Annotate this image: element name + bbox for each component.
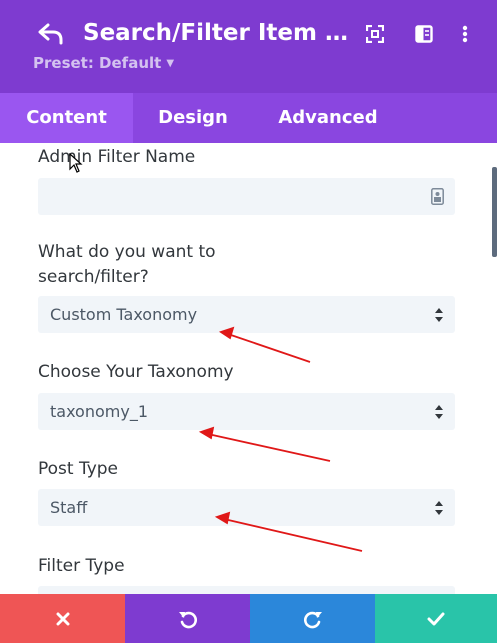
preset-dropdown[interactable]: Preset: Default ▼ (33, 54, 174, 72)
mouse-cursor-icon (69, 153, 83, 173)
search-filter-value: Custom Taxonomy (50, 305, 198, 324)
tab-content[interactable]: Content (0, 93, 133, 143)
admin-filter-name-label: Admin Filter Name (38, 147, 196, 167)
post-type-value: Staff (50, 498, 88, 517)
check-icon (427, 612, 445, 625)
admin-filter-name-input[interactable] (38, 178, 455, 215)
search-filter-label: What do you want to search/filter? (38, 242, 216, 287)
back-button[interactable] (36, 20, 66, 48)
undo-button[interactable] (125, 594, 250, 643)
action-bar (0, 594, 497, 643)
chevron-down-icon: ▼ (166, 57, 175, 69)
taxonomy-value: taxonomy_1 (50, 402, 149, 421)
expand-button[interactable] (362, 21, 388, 47)
filter-type-label: Filter Type (38, 556, 125, 576)
redo-icon (303, 611, 322, 628)
tab-advanced[interactable]: Advanced (253, 93, 403, 143)
undo-icon (178, 611, 197, 628)
tab-design[interactable]: Design (133, 93, 253, 143)
split-view-button[interactable] (411, 21, 437, 47)
cancel-button[interactable] (0, 594, 125, 643)
settings-header: Search/Filter Item Sett… Preset: Default… (0, 0, 497, 93)
expand-icon (366, 25, 384, 43)
more-options-button[interactable] (452, 21, 478, 47)
redo-button[interactable] (250, 594, 375, 643)
taxonomy-label: Choose Your Taxonomy (38, 362, 234, 382)
panel-scrollbar[interactable] (492, 167, 497, 257)
post-type-label: Post Type (38, 459, 119, 479)
preset-label: Preset: Default (33, 54, 162, 72)
post-type-select[interactable]: Staff (38, 489, 455, 526)
settings-panel: Admin Filter Name What do you want to se… (0, 143, 497, 594)
tab-bar: Content Design Advanced (0, 93, 497, 143)
split-view-icon (415, 25, 433, 43)
close-icon (56, 612, 69, 625)
select-arrows-icon (435, 500, 443, 516)
taxonomy-select[interactable]: taxonomy_1 (38, 393, 455, 430)
select-arrows-icon (435, 404, 443, 420)
page-title: Search/Filter Item Sett… (83, 20, 353, 46)
select-arrows-icon (435, 307, 443, 323)
back-icon (38, 23, 63, 45)
search-filter-select[interactable]: Custom Taxonomy (38, 296, 455, 333)
dynamic-content-icon[interactable] (431, 188, 444, 205)
filter-type-select[interactable] (38, 586, 455, 594)
save-button[interactable] (375, 594, 497, 643)
more-vertical-icon (462, 25, 468, 43)
